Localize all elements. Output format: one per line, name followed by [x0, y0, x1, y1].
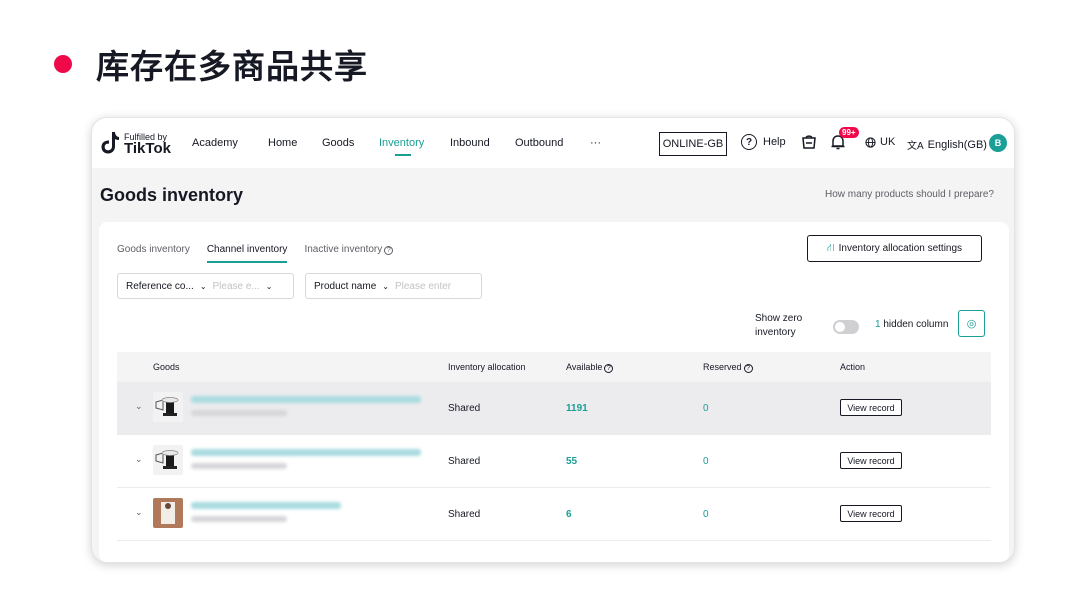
- tab-inactive-label: Inactive inventory: [304, 244, 383, 255]
- logo-tiktok: TikTok: [124, 140, 171, 157]
- help-link[interactable]: ? Help: [741, 134, 786, 150]
- avatar[interactable]: B: [989, 134, 1007, 152]
- show-zero-text: Show zero inventory: [755, 313, 803, 338]
- help-icon: ?: [741, 134, 757, 150]
- view-record-button[interactable]: View record: [840, 399, 902, 416]
- product-name-blurred: [191, 449, 421, 456]
- nav-inventory[interactable]: Inventory: [379, 137, 424, 149]
- tab-channel-inventory[interactable]: Channel inventory: [206, 244, 288, 263]
- inventory-card: Goods inventory Channel inventory Inacti…: [99, 222, 1009, 562]
- product-sku-blurred: [191, 463, 287, 469]
- allocation-cell: Shared: [448, 456, 481, 467]
- slide-title: 库存在多商品共享: [54, 40, 368, 88]
- region-selector[interactable]: UK: [865, 136, 895, 148]
- expand-chevron-icon[interactable]: ⌄: [135, 507, 143, 518]
- header-reserved: Reserved?: [703, 362, 753, 373]
- alloc-button-label: Inventory allocation settings: [838, 243, 963, 254]
- chevron-down-icon: ⌄: [265, 281, 273, 291]
- product-thumbnail: [153, 445, 183, 475]
- reserved-cell: 0: [703, 456, 709, 467]
- show-zero-inventory-toggle[interactable]: [833, 320, 859, 334]
- reference-filter-label: Reference co...: [126, 280, 194, 292]
- tiktok-logo[interactable]: Fulfilled by TikTok: [101, 131, 171, 157]
- hidden-column-link[interactable]: 1 hidden column: [875, 319, 948, 330]
- tab-goods-inventory[interactable]: Goods inventory: [117, 244, 190, 263]
- nav-active-indicator: [395, 154, 411, 156]
- nav-home[interactable]: Home: [268, 137, 297, 149]
- nav-goods[interactable]: Goods: [322, 137, 354, 149]
- hierarchy-icon: ⛙: [826, 241, 835, 254]
- view-record-button[interactable]: View record: [840, 452, 902, 469]
- nav-outbound[interactable]: Outbound: [515, 137, 563, 149]
- header-reserved-label: Reserved: [703, 362, 742, 372]
- cart-icon[interactable]: [801, 134, 817, 150]
- screenshot-frame: Fulfilled by TikTok Academy Home Goods I…: [91, 117, 1015, 563]
- available-cell: 1191: [566, 403, 588, 414]
- view-record-button[interactable]: View record: [840, 505, 902, 522]
- table-header: Goods Inventory allocation Available? Re…: [117, 352, 991, 382]
- slide-title-text: 库存在多商品共享: [96, 47, 368, 86]
- region-label: UK: [880, 136, 896, 148]
- top-navigation: Fulfilled by TikTok Academy Home Goods I…: [92, 118, 1014, 168]
- allocation-cell: Shared: [448, 403, 481, 414]
- reserved-cell: 0: [703, 403, 709, 414]
- product-name-filter[interactable]: Product name ⌄ Please enter: [305, 273, 482, 299]
- settings-icon: ◎: [966, 318, 977, 330]
- product-filter-placeholder: Please enter: [394, 280, 452, 292]
- reference-filter-placeholder: Please e...: [212, 280, 260, 292]
- header-available-label: Available: [566, 362, 603, 372]
- product-filter-label: Product name: [314, 280, 377, 292]
- product-thumbnail: [153, 498, 183, 528]
- product-sku-blurred: [191, 516, 287, 522]
- inventory-tabs: Goods inventory Channel inventory Inacti…: [117, 244, 410, 263]
- nav-more[interactable]: ···: [590, 137, 601, 149]
- language-selector[interactable]: 文A English(GB): [907, 137, 987, 153]
- hidden-column-label: hidden column: [883, 319, 949, 330]
- nav-inbound[interactable]: Inbound: [450, 137, 490, 149]
- column-settings-button[interactable]: ◎: [958, 310, 985, 337]
- available-cell: 55: [566, 456, 578, 467]
- page-title: Goods inventory: [100, 185, 244, 205]
- tab-inactive-inventory[interactable]: Inactive inventory?: [304, 244, 394, 263]
- title-bullet-dot: [54, 55, 72, 73]
- question-icon: ?: [604, 364, 614, 373]
- product-sku-blurred: [191, 410, 287, 416]
- store-selector-button[interactable]: ONLINE-GB: [659, 132, 727, 156]
- help-label: Help: [763, 136, 786, 148]
- reserved-cell: 0: [703, 509, 709, 520]
- expand-chevron-icon[interactable]: ⌄: [135, 401, 143, 412]
- table-row: ⌄ Shared 55 0 View record: [117, 435, 991, 488]
- question-icon: ?: [743, 364, 753, 373]
- product-thumbnail: [153, 392, 183, 422]
- globe-icon: [865, 136, 876, 148]
- prepare-products-link[interactable]: How many products should I prepare?: [825, 189, 994, 200]
- expand-chevron-icon[interactable]: ⌄: [135, 454, 143, 465]
- nav-academy[interactable]: Academy: [192, 137, 238, 149]
- show-zero-inventory-label: Show zero inventory: [755, 312, 811, 340]
- product-name-blurred: [191, 396, 421, 403]
- question-icon: ?: [384, 246, 394, 255]
- notification-badge: 99+: [839, 127, 859, 138]
- allocation-cell: Shared: [448, 509, 481, 520]
- hidden-column-count: 1: [875, 319, 881, 330]
- header-inventory-allocation: Inventory allocation: [448, 362, 526, 372]
- table-row: ⌄ Shared 1191 0 View record: [117, 382, 991, 435]
- header-action: Action: [840, 362, 866, 372]
- inventory-allocation-settings-button[interactable]: ⛙ Inventory allocation settings: [807, 235, 982, 262]
- language-label: English(GB): [927, 138, 987, 151]
- header-goods: Goods: [153, 362, 180, 372]
- table-row: ⌄ Shared 6 0 View record: [117, 488, 991, 541]
- chevron-down-icon: ⌄: [199, 281, 207, 291]
- translate-icon: 文A: [907, 141, 924, 152]
- tiktok-logo-icon: [101, 132, 119, 154]
- chevron-down-icon: ⌄: [382, 281, 389, 291]
- product-name-blurred: [191, 502, 341, 509]
- inventory-table: Goods Inventory allocation Available? Re…: [117, 352, 991, 541]
- available-cell: 6: [566, 509, 572, 520]
- reference-code-filter[interactable]: Reference co... ⌄ Please e... ⌄: [117, 273, 294, 299]
- header-available: Available?: [566, 362, 614, 373]
